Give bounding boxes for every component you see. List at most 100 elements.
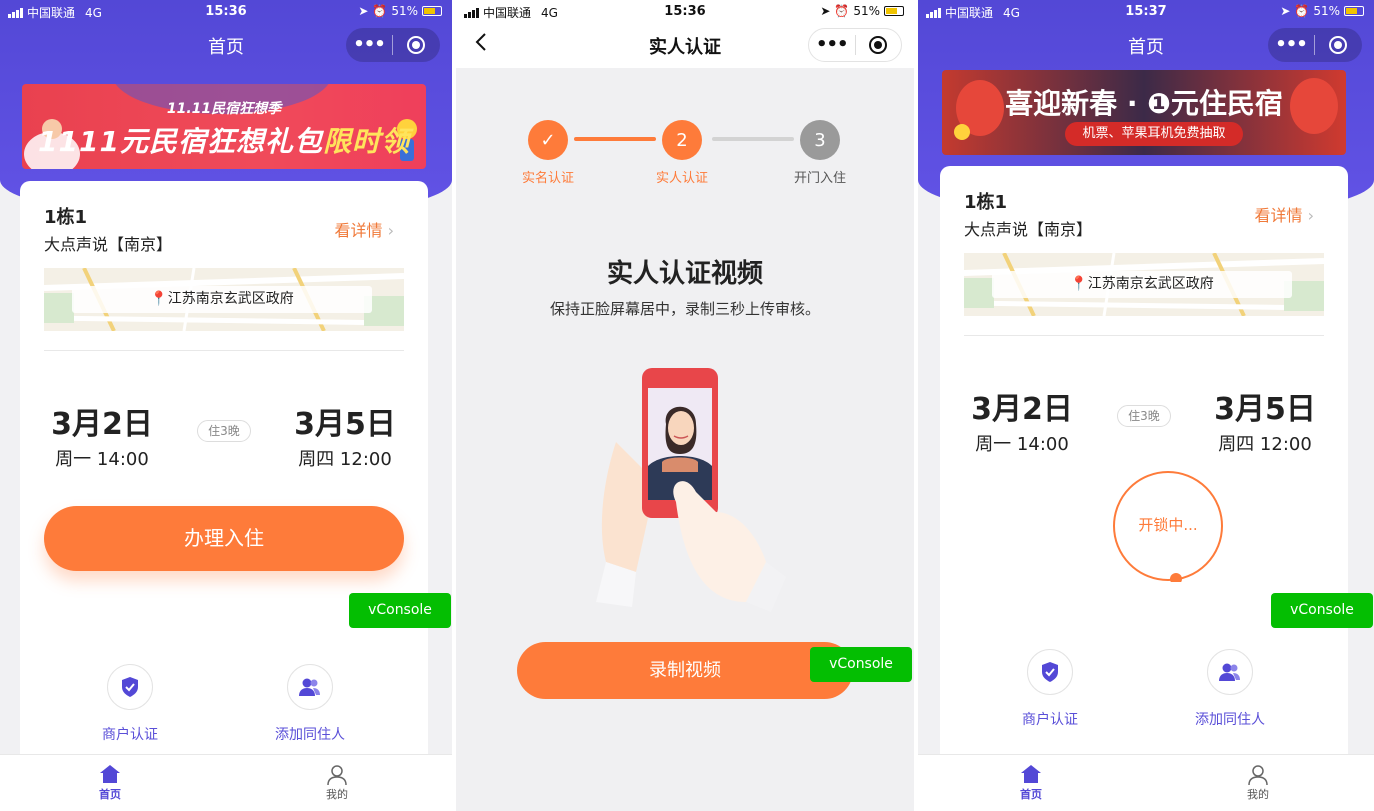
booking-card: 1栋1 大点声说【南京】 看详情 › 📍江苏南京玄武区政府 3月2日 周一 14… [20, 181, 428, 811]
location-map[interactable]: 📍江苏南京玄武区政府 [44, 268, 404, 331]
home-icon [70, 764, 150, 786]
screen-home: 中国联通 4G 15:36 ➤ ⏰ 51% 首页 ••• 11.11民宿狂想季 … [0, 0, 452, 811]
target-icon [1329, 36, 1347, 54]
banner-title: 喜迎新春 · ❶元住民宿 [1005, 87, 1283, 120]
map-pin-icon: 📍 [1070, 276, 1088, 292]
checkin-time: 周一 14:00 [975, 434, 1069, 455]
action-label: 商户认证 [102, 727, 158, 743]
step-label: 实人认证 [655, 171, 708, 186]
battery-icon [1344, 6, 1364, 16]
miniprogram-capsule: ••• [346, 28, 440, 62]
checkin-button[interactable]: 办理入住 [44, 506, 404, 571]
banner-title: 1111元民宿狂想礼包限时领 [38, 125, 410, 158]
checkout-date: 3月5日 [1214, 392, 1316, 427]
step-label: 实名认证 [521, 171, 574, 186]
booking-card: 1栋1 大点声说【南京】 看详情 › 📍江苏南京玄武区政府 3月2日 周一 14… [940, 166, 1348, 796]
address-label: 📍江苏南京玄武区政府 [72, 286, 372, 313]
add-guest-action[interactable]: 添加同住人 [1160, 649, 1300, 729]
promo-banner[interactable]: 11.11民宿狂想季 1111元民宿狂想礼包限时领 [22, 84, 426, 169]
target-icon [869, 36, 888, 54]
hotel-name: 大点声说【南京】 [964, 220, 1093, 239]
action-label: 添加同住人 [1195, 712, 1265, 728]
close-miniprogram-button[interactable] [393, 36, 439, 54]
banner-subtitle: 11.11民宿狂想季 [166, 101, 282, 117]
checkout-time: 周四 12:00 [298, 449, 392, 470]
add-person-icon [1207, 649, 1253, 695]
merchant-verify-action[interactable]: 商户认证 [60, 664, 200, 744]
nights-badge: 住3晚 [1117, 405, 1171, 427]
screen-home-unlocking: 中国联通 4G 15:37 ➤ ⏰ 51% 首页 ••• 喜迎新春 · ❶元住民… [918, 0, 1374, 811]
unlock-progress-ring: 开锁中... [1112, 470, 1224, 585]
hotel-name: 大点声说【南京】 [44, 235, 173, 254]
section-subtitle: 保持正脸屏幕居中，录制三秒上传审核。 [549, 300, 820, 318]
details-link[interactable]: 看详情 › [1254, 202, 1314, 226]
user-icon [297, 764, 377, 786]
banner-highlight: 限时领 [322, 125, 410, 158]
tab-bar: 首页 我的 [0, 754, 452, 811]
user-icon [1218, 764, 1298, 786]
tab-label: 首页 [99, 788, 121, 801]
step-label: 开门入住 [793, 171, 846, 186]
more-menu-button[interactable]: ••• [809, 35, 855, 55]
add-person-icon [287, 664, 333, 710]
alarm-icon: ⏰ [372, 4, 388, 18]
vconsole-button[interactable]: vConsole [1271, 593, 1373, 628]
alarm-icon: ⏰ [834, 4, 850, 18]
step-done-check-icon: ✓ [528, 120, 568, 160]
room-number: 1栋1 [964, 192, 1008, 213]
battery-percent: 51% [391, 4, 418, 18]
progress-steps: ✓ 实名认证 2 实人认证 3 开门入住 [456, 120, 914, 190]
action-label: 添加同住人 [275, 727, 345, 743]
tab-mine[interactable]: 我的 [297, 764, 377, 802]
action-label: 商户认证 [1022, 712, 1078, 728]
tab-bar: 首页 我的 [918, 754, 1374, 811]
checkin-time: 周一 14:00 [55, 449, 149, 470]
nights-badge: 住3晚 [197, 420, 251, 442]
room-number: 1栋1 [44, 207, 88, 228]
section-title: 实人认证视频 [606, 259, 763, 289]
vconsole-button[interactable]: vConsole [810, 647, 912, 682]
miniprogram-capsule: ••• [808, 28, 902, 62]
screen-face-verify: 中国联通 4G 15:36 ➤ ⏰ 51% 实人认证 ••• ✓ 实名认证 2 … [456, 0, 914, 811]
address-label: 📍江苏南京玄武区政府 [992, 271, 1292, 298]
banner-pill: 机票、苹果耳机免费抽取 [1065, 122, 1243, 146]
checkin-date: 3月2日 [51, 407, 153, 442]
status-bar: 中国联通 4G 15:37 ➤ ⏰ 51% [918, 0, 1374, 24]
selfie-phone-illustration-icon [596, 368, 786, 612]
close-miniprogram-button[interactable] [1315, 36, 1361, 54]
step-connector [712, 137, 794, 141]
map-pin-icon: 📍 [150, 291, 168, 307]
tab-label: 首页 [1020, 788, 1042, 801]
details-link[interactable]: 看详情 › [334, 217, 394, 241]
merchant-verify-action[interactable]: 商户认证 [980, 649, 1120, 729]
tab-mine[interactable]: 我的 [1218, 764, 1298, 802]
battery-percent: 51% [1313, 4, 1340, 18]
tab-home[interactable]: 首页 [991, 764, 1071, 802]
step-connector [574, 137, 656, 141]
more-menu-button[interactable]: ••• [1268, 35, 1314, 55]
location-icon: ➤ [1280, 4, 1291, 18]
more-menu-button[interactable]: ••• [346, 35, 392, 55]
checkin-date: 3月2日 [971, 392, 1073, 427]
battery-icon [884, 6, 904, 16]
status-bar: 中国联通 4G 15:36 ➤ ⏰ 51% [456, 0, 914, 24]
location-icon: ➤ [358, 4, 369, 18]
vconsole-button[interactable]: vConsole [349, 593, 451, 628]
promo-banner[interactable]: 喜迎新春 · ❶元住民宿 机票、苹果耳机免费抽取 [942, 70, 1346, 155]
divider [44, 350, 404, 351]
record-video-button[interactable]: 录制视频 [517, 642, 853, 699]
home-icon [991, 764, 1071, 786]
close-miniprogram-button[interactable] [855, 36, 901, 54]
location-map[interactable]: 📍江苏南京玄武区政府 [964, 253, 1324, 316]
miniprogram-capsule: ••• [1268, 28, 1362, 62]
chevron-right-icon: › [387, 221, 394, 240]
unlock-status: 开锁中... [1138, 516, 1198, 534]
step-pending: 3 [800, 120, 840, 160]
tab-label: 我的 [326, 788, 348, 801]
add-guest-action[interactable]: 添加同住人 [240, 664, 380, 744]
location-icon: ➤ [820, 4, 831, 18]
tab-home[interactable]: 首页 [70, 764, 150, 802]
alarm-icon: ⏰ [1294, 4, 1310, 18]
target-icon [407, 36, 425, 54]
shield-check-icon [107, 664, 153, 710]
